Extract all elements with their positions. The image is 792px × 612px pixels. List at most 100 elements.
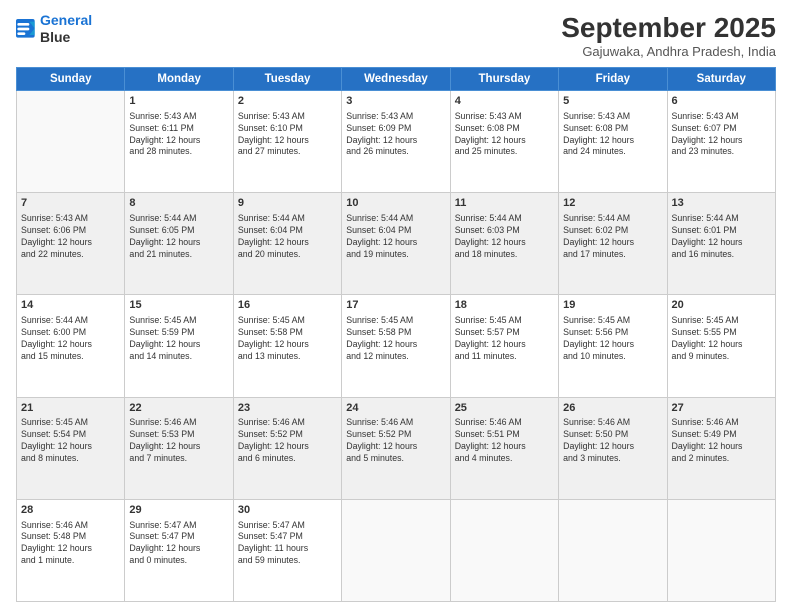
day-info: Sunrise: 5:44 AM Sunset: 6:02 PM Dayligh…	[563, 213, 662, 261]
calendar-week-row: 14Sunrise: 5:44 AM Sunset: 6:00 PM Dayli…	[17, 295, 776, 397]
day-info: Sunrise: 5:44 AM Sunset: 6:04 PM Dayligh…	[346, 213, 445, 261]
header-wednesday: Wednesday	[342, 68, 450, 91]
day-info: Sunrise: 5:46 AM Sunset: 5:52 PM Dayligh…	[238, 417, 337, 465]
day-number: 11	[455, 196, 554, 211]
day-info: Sunrise: 5:43 AM Sunset: 6:07 PM Dayligh…	[672, 111, 771, 159]
calendar-cell: 13Sunrise: 5:44 AM Sunset: 6:01 PM Dayli…	[667, 193, 775, 295]
logo-text: General Blue	[40, 12, 92, 46]
day-number: 2	[238, 94, 337, 109]
day-number: 6	[672, 94, 771, 109]
calendar-cell: 24Sunrise: 5:46 AM Sunset: 5:52 PM Dayli…	[342, 397, 450, 499]
day-info: Sunrise: 5:46 AM Sunset: 5:50 PM Dayligh…	[563, 417, 662, 465]
calendar-cell: 10 Sunrise: 5:44 AM Sunset: 6:04 PM Dayli…	[342, 193, 450, 295]
header-monday: Monday	[125, 68, 233, 91]
day-number: 25	[455, 401, 554, 416]
day-info: Sunrise: 5:44 AM Sunset: 6:05 PM Dayligh…	[129, 213, 228, 261]
header-friday: Friday	[559, 68, 667, 91]
day-number: 19	[563, 298, 662, 313]
calendar-week-row: 28 Sunrise: 5:46 AM Sunset: 5:48 PM Dayli…	[17, 499, 776, 601]
calendar-cell: 11Sunrise: 5:44 AM Sunset: 6:03 PM Dayli…	[450, 193, 558, 295]
calendar-cell: 8Sunrise: 5:44 AM Sunset: 6:05 PM Daylig…	[125, 193, 233, 295]
header-tuesday: Tuesday	[233, 68, 341, 91]
day-number: 5	[563, 94, 662, 109]
day-number: 28	[21, 503, 120, 518]
calendar-cell	[342, 499, 450, 601]
calendar-week-row: 7 Sunrise: 5:43 AM Sunset: 6:06 PM Daylig…	[17, 193, 776, 295]
calendar-cell: 19 Sunrise: 5:45 AM Sunset: 5:56 PM Dayli…	[559, 295, 667, 397]
calendar-cell: 17 Sunrise: 5:45 AM Sunset: 5:58 PM Dayli…	[342, 295, 450, 397]
day-number: 3	[346, 94, 445, 109]
day-number: 13	[672, 196, 771, 211]
day-info: Sunrise: 5:46 AM Sunset: 5:48 PM Dayligh…	[21, 520, 120, 568]
day-number: 24	[346, 401, 445, 416]
calendar-cell	[450, 499, 558, 601]
calendar-cell: 22Sunrise: 5:46 AM Sunset: 5:53 PM Dayli…	[125, 397, 233, 499]
header: General Blue September 2025 Gajuwaka, An…	[16, 12, 776, 59]
calendar-cell: 3 Sunrise: 5:43 AM Sunset: 6:09 PM Daylig…	[342, 91, 450, 193]
day-info: Sunrise: 5:44 AM Sunset: 6:04 PM Dayligh…	[238, 213, 337, 261]
day-info: Sunrise: 5:46 AM Sunset: 5:52 PM Dayligh…	[346, 417, 445, 465]
day-info: Sunrise: 5:45 AM Sunset: 5:58 PM Dayligh…	[238, 315, 337, 363]
calendar-cell	[559, 499, 667, 601]
calendar-cell: 27Sunrise: 5:46 AM Sunset: 5:49 PM Dayli…	[667, 397, 775, 499]
header-thursday: Thursday	[450, 68, 558, 91]
day-number: 17	[346, 298, 445, 313]
day-number: 7	[21, 196, 120, 211]
logo: General Blue	[16, 12, 92, 46]
day-info: Sunrise: 5:46 AM Sunset: 5:53 PM Dayligh…	[129, 417, 228, 465]
calendar-cell: 5Sunrise: 5:43 AM Sunset: 6:08 PM Daylig…	[559, 91, 667, 193]
weekday-header-row: Sunday Monday Tuesday Wednesday Thursday…	[17, 68, 776, 91]
calendar-cell: 14Sunrise: 5:44 AM Sunset: 6:00 PM Dayli…	[17, 295, 125, 397]
location: Gajuwaka, Andhra Pradesh, India	[561, 44, 776, 59]
calendar-cell: 26Sunrise: 5:46 AM Sunset: 5:50 PM Dayli…	[559, 397, 667, 499]
day-number: 15	[129, 298, 228, 313]
day-number: 29	[129, 503, 228, 518]
calendar-cell: 7 Sunrise: 5:43 AM Sunset: 6:06 PM Daylig…	[17, 193, 125, 295]
logo-icon	[16, 19, 36, 39]
logo-line1: General	[40, 12, 92, 28]
calendar-cell: 16 Sunrise: 5:45 AM Sunset: 5:58 PM Dayli…	[233, 295, 341, 397]
day-info: Sunrise: 5:43 AM Sunset: 6:09 PM Dayligh…	[346, 111, 445, 159]
day-number: 16	[238, 298, 337, 313]
month-title: September 2025	[561, 12, 776, 44]
calendar-cell: 15 Sunrise: 5:45 AM Sunset: 5:59 PM Dayli…	[125, 295, 233, 397]
logo-line2: Blue	[40, 29, 92, 46]
day-number: 23	[238, 401, 337, 416]
day-info: Sunrise: 5:45 AM Sunset: 5:58 PM Dayligh…	[346, 315, 445, 363]
page: General Blue September 2025 Gajuwaka, An…	[0, 0, 792, 612]
day-info: Sunrise: 5:45 AM Sunset: 5:57 PM Dayligh…	[455, 315, 554, 363]
calendar-cell	[17, 91, 125, 193]
day-number: 26	[563, 401, 662, 416]
calendar-cell: 20Sunrise: 5:45 AM Sunset: 5:55 PM Dayli…	[667, 295, 775, 397]
day-info: Sunrise: 5:43 AM Sunset: 6:06 PM Dayligh…	[21, 213, 120, 261]
day-number: 27	[672, 401, 771, 416]
calendar-cell	[667, 499, 775, 601]
day-info: Sunrise: 5:45 AM Sunset: 5:54 PM Dayligh…	[21, 417, 120, 465]
calendar-cell: 9Sunrise: 5:44 AM Sunset: 6:04 PM Daylig…	[233, 193, 341, 295]
calendar-cell: 6 Sunrise: 5:43 AM Sunset: 6:07 PM Daylig…	[667, 91, 775, 193]
day-info: Sunrise: 5:45 AM Sunset: 5:59 PM Dayligh…	[129, 315, 228, 363]
day-number: 14	[21, 298, 120, 313]
calendar-cell: 12 Sunrise: 5:44 AM Sunset: 6:02 PM Dayli…	[559, 193, 667, 295]
day-info: Sunrise: 5:47 AM Sunset: 5:47 PM Dayligh…	[129, 520, 228, 568]
calendar-cell: 29 Sunrise: 5:47 AM Sunset: 5:47 PM Dayli…	[125, 499, 233, 601]
calendar-week-row: 21Sunrise: 5:45 AM Sunset: 5:54 PM Dayli…	[17, 397, 776, 499]
calendar-cell: 25Sunrise: 5:46 AM Sunset: 5:51 PM Dayli…	[450, 397, 558, 499]
day-info: Sunrise: 5:43 AM Sunset: 6:11 PM Dayligh…	[129, 111, 228, 159]
header-saturday: Saturday	[667, 68, 775, 91]
day-info: Sunrise: 5:45 AM Sunset: 5:56 PM Dayligh…	[563, 315, 662, 363]
day-number: 18	[455, 298, 554, 313]
calendar-cell: 1 Sunrise: 5:43 AM Sunset: 6:11 PM Daylig…	[125, 91, 233, 193]
day-number: 4	[455, 94, 554, 109]
day-number: 1	[129, 94, 228, 109]
day-info: Sunrise: 5:43 AM Sunset: 6:08 PM Dayligh…	[455, 111, 554, 159]
calendar-cell: 21Sunrise: 5:45 AM Sunset: 5:54 PM Dayli…	[17, 397, 125, 499]
day-number: 12	[563, 196, 662, 211]
calendar-week-row: 1 Sunrise: 5:43 AM Sunset: 6:11 PM Daylig…	[17, 91, 776, 193]
title-block: September 2025 Gajuwaka, Andhra Pradesh,…	[561, 12, 776, 59]
day-number: 22	[129, 401, 228, 416]
day-info: Sunrise: 5:45 AM Sunset: 5:55 PM Dayligh…	[672, 315, 771, 363]
day-number: 10	[346, 196, 445, 211]
calendar-cell: 18 Sunrise: 5:45 AM Sunset: 5:57 PM Dayli…	[450, 295, 558, 397]
calendar-cell: 4 Sunrise: 5:43 AM Sunset: 6:08 PM Daylig…	[450, 91, 558, 193]
